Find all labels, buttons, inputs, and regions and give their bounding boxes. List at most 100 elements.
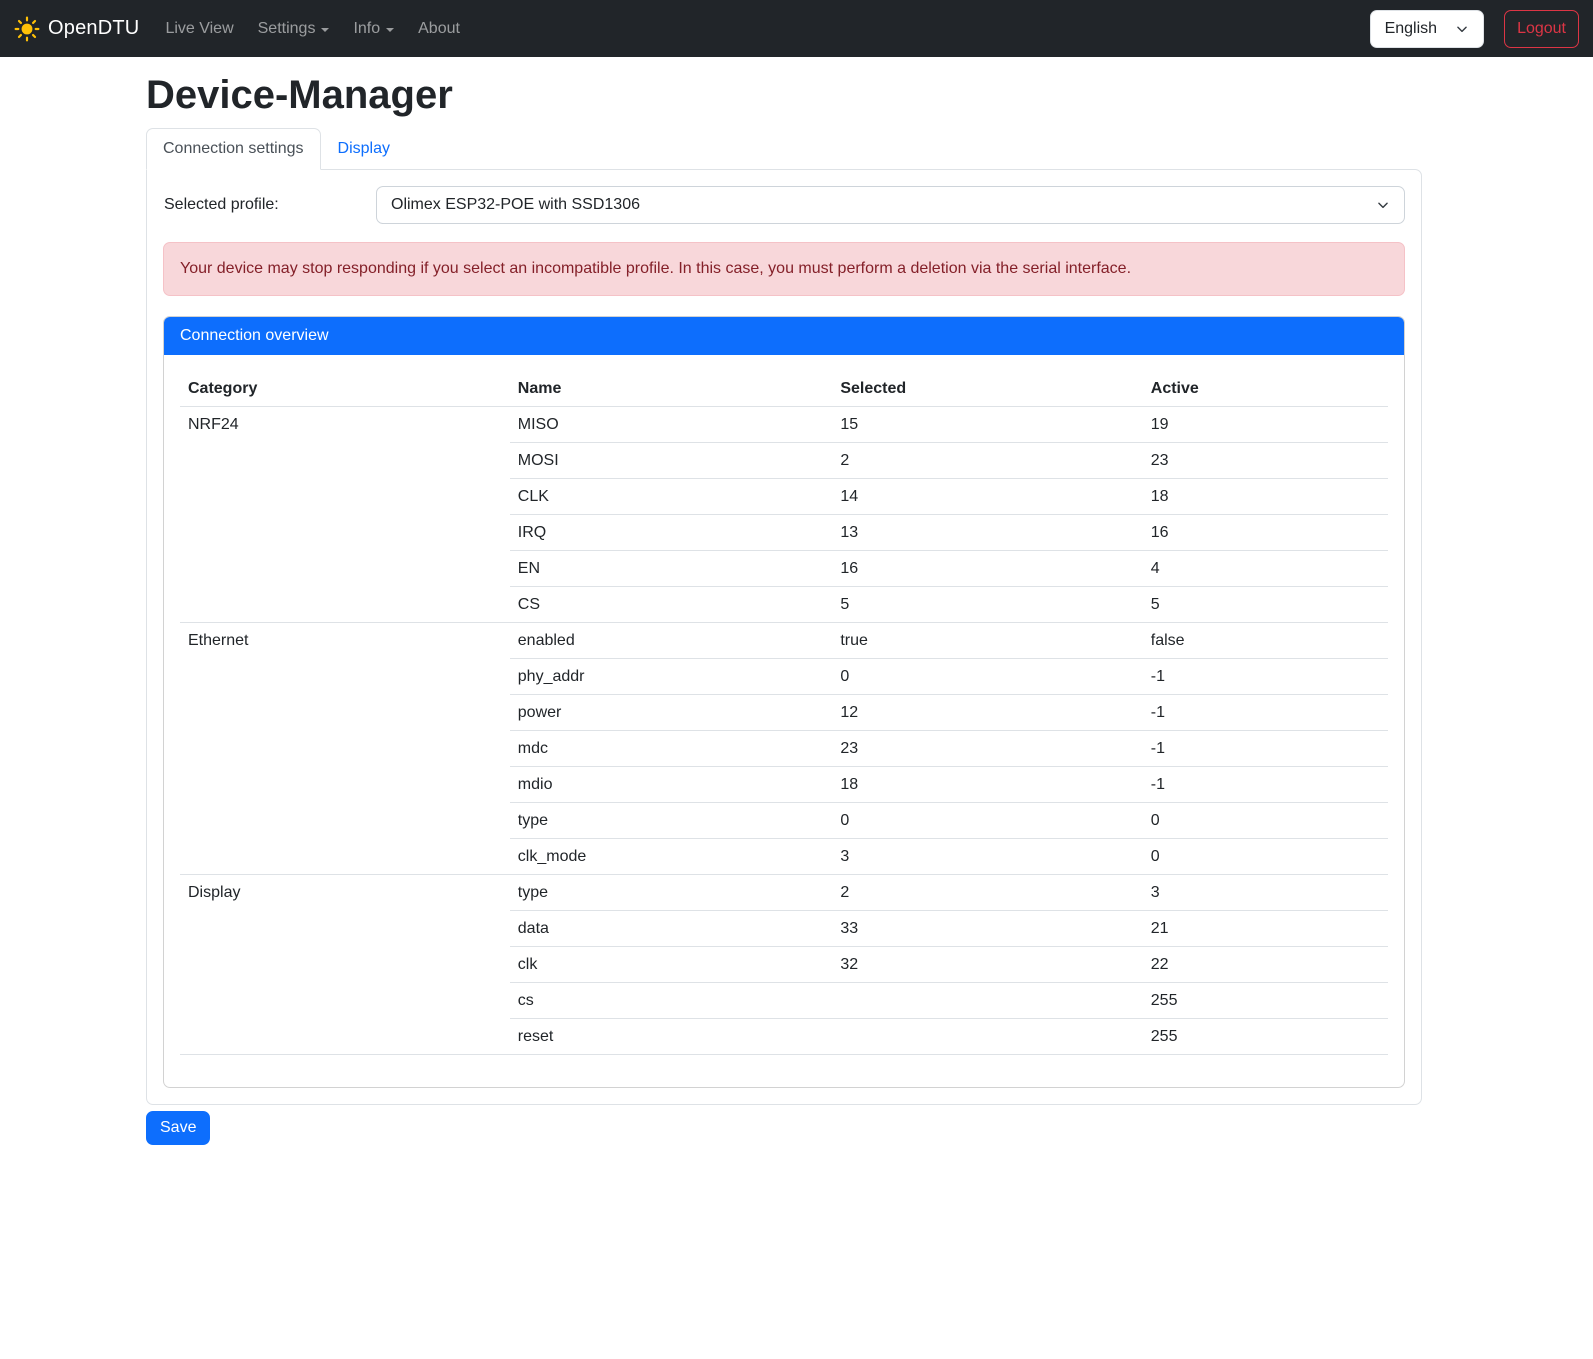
active-cell: 22 bbox=[1143, 947, 1388, 983]
selected-cell bbox=[832, 1019, 1142, 1055]
brand[interactable]: OpenDTU bbox=[14, 16, 139, 42]
profile-select-value: Olimex ESP32-POE with SSD1306 bbox=[391, 196, 1376, 214]
selected-cell: true bbox=[832, 623, 1142, 659]
selected-cell: 3 bbox=[832, 839, 1142, 875]
active-cell: 0 bbox=[1143, 839, 1388, 875]
active-cell: -1 bbox=[1143, 695, 1388, 731]
selected-cell: 0 bbox=[832, 803, 1142, 839]
tab-bar: Connection settings Display bbox=[146, 128, 1422, 169]
profile-label: Selected profile: bbox=[163, 196, 376, 214]
selected-cell: 5 bbox=[832, 587, 1142, 623]
active-cell: 255 bbox=[1143, 983, 1388, 1019]
active-cell: 0 bbox=[1143, 803, 1388, 839]
active-cell: 255 bbox=[1143, 1019, 1388, 1055]
table-header-row: Category Name Selected Active bbox=[180, 371, 1388, 407]
selected-cell: 14 bbox=[832, 479, 1142, 515]
name-cell: type bbox=[510, 803, 833, 839]
tab-display[interactable]: Display bbox=[321, 128, 407, 170]
name-cell: clk_mode bbox=[510, 839, 833, 875]
name-cell: data bbox=[510, 911, 833, 947]
sun-icon bbox=[14, 16, 40, 42]
selected-cell: 18 bbox=[832, 767, 1142, 803]
chevron-down-icon bbox=[386, 28, 394, 32]
name-cell: mdio bbox=[510, 767, 833, 803]
column-header-category: Category bbox=[180, 371, 510, 407]
table-row: Displaytype23 bbox=[180, 875, 1388, 911]
category-cell: Display bbox=[180, 875, 510, 1055]
connection-overview-table: Category Name Selected Active NRF24MISO1… bbox=[180, 371, 1388, 1055]
save-button[interactable]: Save bbox=[146, 1111, 210, 1145]
selected-cell: 2 bbox=[832, 875, 1142, 911]
active-cell: 21 bbox=[1143, 911, 1388, 947]
name-cell: cs bbox=[510, 983, 833, 1019]
selected-cell: 33 bbox=[832, 911, 1142, 947]
nav-item-settings[interactable]: Settings bbox=[250, 12, 338, 46]
language-select[interactable]: English bbox=[1370, 10, 1484, 48]
category-cell: NRF24 bbox=[180, 407, 510, 623]
main-content: Device-Manager Connection settings Displ… bbox=[146, 73, 1422, 1145]
nav-item-label: Settings bbox=[258, 20, 316, 38]
chevron-down-icon bbox=[1455, 22, 1469, 36]
connection-settings-panel: Selected profile: Olimex ESP32-POE with … bbox=[146, 169, 1422, 1105]
nav-item-about[interactable]: About bbox=[410, 12, 468, 46]
name-cell: IRQ bbox=[510, 515, 833, 551]
logout-button[interactable]: Logout bbox=[1504, 10, 1579, 48]
name-cell: EN bbox=[510, 551, 833, 587]
connection-overview-header: Connection overview bbox=[164, 317, 1404, 355]
selected-cell: 2 bbox=[832, 443, 1142, 479]
nav-item-label: About bbox=[418, 20, 460, 38]
selected-cell: 23 bbox=[832, 731, 1142, 767]
column-header-name: Name bbox=[510, 371, 833, 407]
active-cell: 16 bbox=[1143, 515, 1388, 551]
nav-item-info[interactable]: Info bbox=[345, 12, 402, 46]
nav-item-label: Live View bbox=[165, 20, 233, 38]
active-cell: 19 bbox=[1143, 407, 1388, 443]
nav-links: Live View Settings Info About bbox=[153, 12, 472, 46]
name-cell: clk bbox=[510, 947, 833, 983]
profile-row: Selected profile: Olimex ESP32-POE with … bbox=[163, 186, 1405, 224]
table-row: Ethernetenabledtruefalse bbox=[180, 623, 1388, 659]
connection-overview-card: Connection overview Category Name Select… bbox=[163, 316, 1405, 1088]
selected-cell: 13 bbox=[832, 515, 1142, 551]
navbar: OpenDTU Live View Settings Info About En… bbox=[0, 0, 1593, 57]
name-cell: MOSI bbox=[510, 443, 833, 479]
selected-cell bbox=[832, 983, 1142, 1019]
active-cell: 23 bbox=[1143, 443, 1388, 479]
tab-connection-settings[interactable]: Connection settings bbox=[146, 128, 321, 170]
nav-item-live-view[interactable]: Live View bbox=[157, 12, 241, 46]
name-cell: mdc bbox=[510, 731, 833, 767]
category-cell: Ethernet bbox=[180, 623, 510, 875]
navbar-right: English Logout bbox=[1370, 10, 1579, 48]
overview-table-body: NRF24MISO1519MOSI223CLK1418IRQ1316EN164C… bbox=[180, 407, 1388, 1055]
nav-item-label: Info bbox=[353, 20, 380, 38]
selected-cell: 0 bbox=[832, 659, 1142, 695]
name-cell: power bbox=[510, 695, 833, 731]
language-select-value: English bbox=[1385, 20, 1437, 38]
chevron-down-icon bbox=[1376, 198, 1390, 212]
active-cell: 3 bbox=[1143, 875, 1388, 911]
selected-cell: 15 bbox=[832, 407, 1142, 443]
name-cell: phy_addr bbox=[510, 659, 833, 695]
active-cell: 18 bbox=[1143, 479, 1388, 515]
name-cell: CLK bbox=[510, 479, 833, 515]
selected-cell: 32 bbox=[832, 947, 1142, 983]
connection-overview-body: Category Name Selected Active NRF24MISO1… bbox=[164, 355, 1404, 1087]
selected-cell: 12 bbox=[832, 695, 1142, 731]
active-cell: -1 bbox=[1143, 659, 1388, 695]
name-cell: enabled bbox=[510, 623, 833, 659]
active-cell: -1 bbox=[1143, 731, 1388, 767]
incompatible-profile-warning: Your device may stop responding if you s… bbox=[163, 242, 1405, 296]
name-cell: reset bbox=[510, 1019, 833, 1055]
active-cell: 4 bbox=[1143, 551, 1388, 587]
name-cell: CS bbox=[510, 587, 833, 623]
active-cell: -1 bbox=[1143, 767, 1388, 803]
column-header-selected: Selected bbox=[832, 371, 1142, 407]
chevron-down-icon bbox=[321, 28, 329, 32]
name-cell: type bbox=[510, 875, 833, 911]
column-header-active: Active bbox=[1143, 371, 1388, 407]
page-title: Device-Manager bbox=[146, 73, 1422, 118]
name-cell: MISO bbox=[510, 407, 833, 443]
profile-select[interactable]: Olimex ESP32-POE with SSD1306 bbox=[376, 186, 1405, 224]
selected-cell: 16 bbox=[832, 551, 1142, 587]
active-cell: 5 bbox=[1143, 587, 1388, 623]
